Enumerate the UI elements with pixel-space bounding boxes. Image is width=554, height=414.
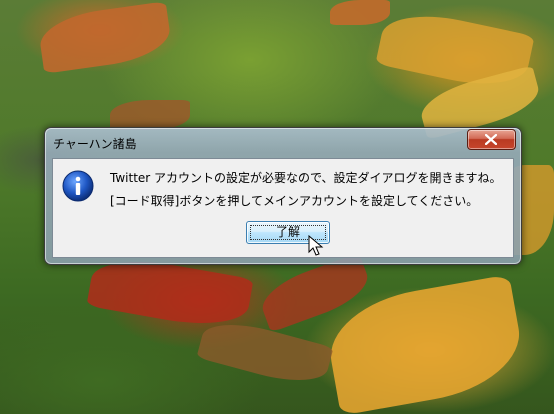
close-button[interactable] — [467, 129, 516, 150]
dialog-body: Twitter アカウントの設定が必要なので、設定ダイアログを開きますね。 [コ… — [52, 158, 514, 258]
dialog-message-line2: [コード取得]ボタンを押してメインアカウントを設定してください。 — [110, 194, 479, 208]
dialog-message-line1: Twitter アカウントの設定が必要なので、設定ダイアログを開きますね。 — [110, 171, 502, 185]
message-dialog: チャーハン諸島 Twitter アカウントの設定が必要なので、設定ダイアログを開… — [44, 127, 522, 265]
mouse-cursor-icon — [308, 235, 324, 256]
information-icon — [62, 170, 94, 202]
dialog-title: チャーハン諸島 — [53, 137, 137, 151]
close-icon — [485, 134, 497, 145]
wallpaper-leaf — [196, 313, 334, 392]
wallpaper-leaf — [330, 0, 390, 25]
wallpaper-leaf — [110, 100, 190, 130]
wallpaper-leaf — [36, 1, 174, 74]
dialog-titlebar[interactable]: チャーハン諸島 — [45, 128, 521, 156]
